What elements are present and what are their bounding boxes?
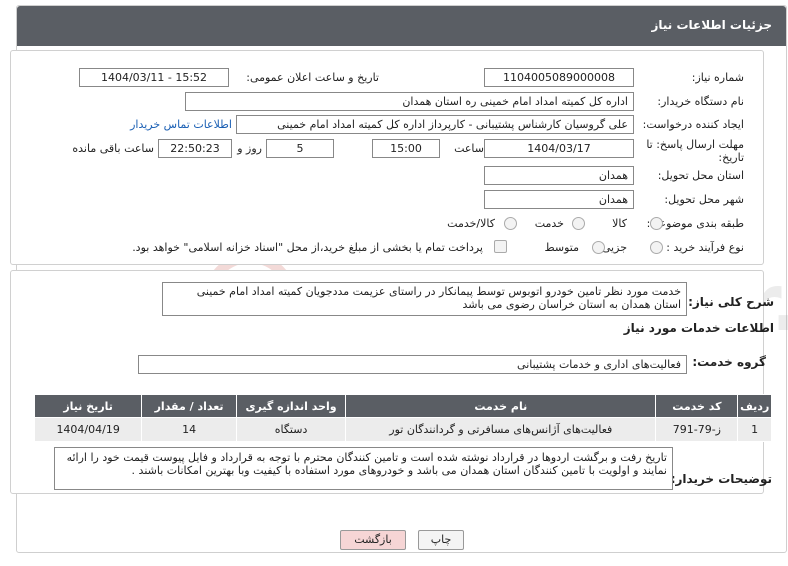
th-unit: واحد اندازه گیری: [235, 394, 347, 418]
deadline-label-1: مهلت ارسال پاسخ: تا: [646, 138, 744, 151]
buyer-contact-link[interactable]: اطلاعات تماس خریدار: [130, 118, 232, 131]
cell-code: ز-79-791: [655, 417, 739, 442]
delivery-province-field: همدان: [484, 166, 634, 185]
radio-goods-service-label: کالا/خدمت: [447, 217, 495, 230]
radio-service-label: خدمت: [534, 217, 564, 230]
delivery-city-label: شهر محل تحویل:: [664, 193, 744, 206]
service-group-field: فعالیت‌های اداری و خدمات پشتیبانی: [138, 355, 687, 374]
th-row: ردیف: [737, 394, 772, 418]
radio-service[interactable]: [572, 217, 585, 230]
treasury-checkbox[interactable]: [494, 240, 507, 253]
remaining-time-field: 22:50:23: [158, 139, 232, 158]
th-code: کد خدمت: [655, 394, 739, 418]
table-header-row: ردیف کد خدمت نام خدمت واحد اندازه گیری ت…: [33, 394, 772, 418]
panel-title: جزئیات اطلاعات نیاز: [651, 18, 772, 32]
announce-field: 1404/03/11 - 15:52: [79, 68, 229, 87]
cell-name: فعالیت‌های آژانس‌های مسافرتی و گردانندگا…: [345, 417, 657, 442]
table-row: 1 ز-79-791 فعالیت‌های آژانس‌های مسافرتی …: [33, 417, 772, 442]
services-title: اطلاعات خدمات مورد نیاز: [623, 321, 774, 335]
delivery-province-label: استان محل تحویل:: [657, 169, 744, 182]
deadline-date-field: 1404/03/17: [484, 139, 634, 158]
creator-field: علی گروسیان کارشناس پشتیبانی - کارپرداز …: [236, 115, 634, 134]
radio-goods[interactable]: [650, 217, 663, 230]
cell-date: 1404/04/19: [33, 417, 143, 442]
need-number-field: 1104005089000008: [484, 68, 634, 87]
deadline-time-field: 15:00: [372, 139, 440, 158]
print-button[interactable]: چاپ: [418, 530, 464, 550]
remaining-label: ساعت باقی مانده: [72, 142, 154, 155]
back-button[interactable]: بازگشت: [340, 530, 406, 550]
summary-label: شرح کلی نیاز:: [688, 295, 774, 309]
creator-label: ایجاد کننده درخواست:: [642, 118, 744, 131]
deadline-label-2: تاریخ:: [718, 151, 744, 164]
radio-goods-service[interactable]: [504, 217, 517, 230]
process-label: نوع فرآیند خرید :: [666, 241, 744, 254]
th-name: نام خدمت: [345, 394, 657, 418]
cell-row: 1: [737, 417, 772, 442]
deadline-time-label: ساعت: [454, 142, 484, 155]
buyer-notes-field: تاریخ رفت و برگشت اردوها در قرارداد نوشت…: [54, 447, 673, 490]
radio-minor[interactable]: [650, 241, 663, 254]
radio-medium[interactable]: [592, 241, 605, 254]
delivery-city-field: همدان: [484, 190, 634, 209]
panel-header: جزئیات اطلاعات نیاز: [17, 6, 786, 46]
announce-label: تاریخ و ساعت اعلان عمومی:: [246, 71, 379, 84]
th-qty: تعداد / مقدار: [141, 394, 237, 418]
days-label: روز و: [237, 142, 262, 155]
summary-field: خدمت مورد نظر تامین خودرو اتوبوس توسط پی…: [162, 282, 687, 316]
buyer-org-field: اداره کل کمیته امداد امام خمینی ره استان…: [185, 92, 634, 111]
days-field: 5: [266, 139, 334, 158]
services-table: ردیف کد خدمت نام خدمت واحد اندازه گیری ت…: [33, 394, 772, 442]
cell-qty: 14: [141, 417, 237, 442]
buyer-notes-label: توضیحات خریدار:: [670, 472, 772, 486]
service-group-label: گروه خدمت:: [692, 355, 766, 369]
th-date: تاریخ نیاز: [33, 394, 143, 418]
radio-minor-label: جزیی: [601, 241, 627, 254]
buyer-org-label: نام دستگاه خریدار:: [657, 95, 744, 108]
need-number-label: شماره نیاز:: [691, 71, 744, 84]
payment-note: پرداخت تمام یا بخشی از مبلغ خرید،از محل …: [132, 241, 483, 254]
radio-medium-label: متوسط: [544, 241, 579, 254]
radio-goods-label: کالا: [612, 217, 627, 230]
cell-unit: دستگاه: [235, 417, 347, 442]
